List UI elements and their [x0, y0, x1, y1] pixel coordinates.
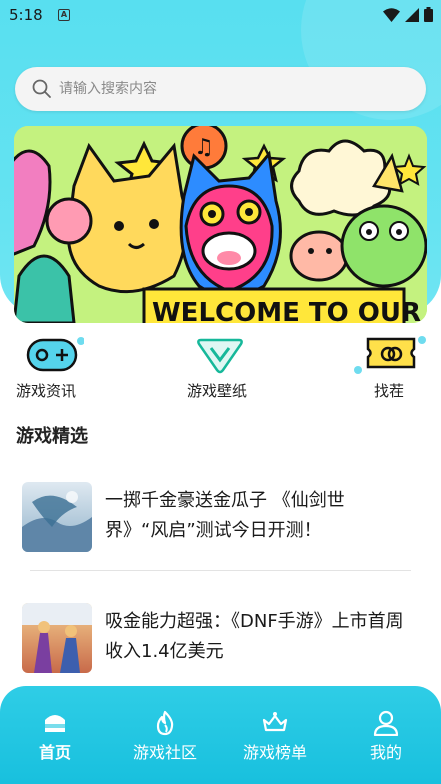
quick-nav-label: 找茬	[374, 382, 405, 400]
person-icon	[373, 710, 399, 736]
section-title: 游戏精选	[16, 426, 88, 447]
quick-nav-label: 游戏资讯	[16, 382, 77, 400]
tab-community[interactable]: 游戏社区	[115, 686, 215, 784]
bottom-nav: 首页 游戏社区 游戏榜单 我的	[0, 686, 441, 784]
divider	[30, 570, 411, 571]
status-icons	[383, 7, 433, 22]
ticket-icon	[354, 336, 426, 374]
tab-label: 首页	[38, 743, 71, 762]
tab-profile[interactable]: 我的	[336, 686, 436, 784]
tab-label: 游戏社区	[132, 743, 197, 762]
a-icon: A	[58, 9, 70, 21]
quick-nav-game-news[interactable]: 游戏资讯	[10, 330, 90, 405]
banner-image[interactable]: ♫ WELCOME TO OUR Y	[14, 126, 427, 323]
flame-icon	[156, 710, 174, 736]
search-input[interactable]	[59, 67, 409, 111]
crown-hand-icon	[262, 712, 288, 732]
v-badge-icon	[185, 332, 255, 376]
gamepad-icon	[26, 337, 84, 372]
tab-rankings[interactable]: 游戏榜单	[225, 686, 325, 784]
quick-nav: 游戏资讯 游戏壁纸 找茬	[0, 330, 441, 405]
banner-text: WELCOME TO OUR Y	[152, 298, 427, 323]
banner-illustration: ♫ WELCOME TO OUR Y	[14, 126, 427, 323]
news-thumbnail	[22, 482, 92, 552]
news-thumbnail	[22, 603, 92, 673]
battery-icon	[424, 7, 433, 22]
news-item[interactable]: 吸金能力超强：《DNF手游》上市首周收入1.4亿美元	[22, 603, 412, 673]
wifi-icon	[383, 7, 400, 22]
home-icon	[45, 715, 65, 732]
status-time: 5:18	[9, 6, 43, 24]
signal-icon	[405, 7, 419, 22]
news-title: 吸金能力超强：《DNF手游》上市首周收入1.4亿美元	[105, 611, 404, 662]
quick-nav-label: 游戏壁纸	[187, 382, 248, 400]
search-icon	[32, 79, 51, 98]
tab-label: 我的	[369, 743, 402, 762]
quick-nav-spot-difference[interactable]: 找茬	[352, 330, 432, 405]
status-bar: 5:18 A	[0, 0, 441, 30]
svg-text:♫: ♫	[194, 135, 214, 160]
tab-label: 游戏榜单	[242, 743, 307, 762]
tab-home[interactable]: 首页	[5, 686, 105, 784]
quick-nav-game-wallpaper[interactable]: 游戏壁纸	[183, 330, 263, 405]
news-title: 一掷千金豪送金瓜子 《仙剑世界》“风启”测试今日开测！	[105, 490, 345, 541]
search-bar[interactable]	[15, 67, 426, 111]
news-item[interactable]: 一掷千金豪送金瓜子 《仙剑世界》“风启”测试今日开测！	[22, 482, 412, 552]
